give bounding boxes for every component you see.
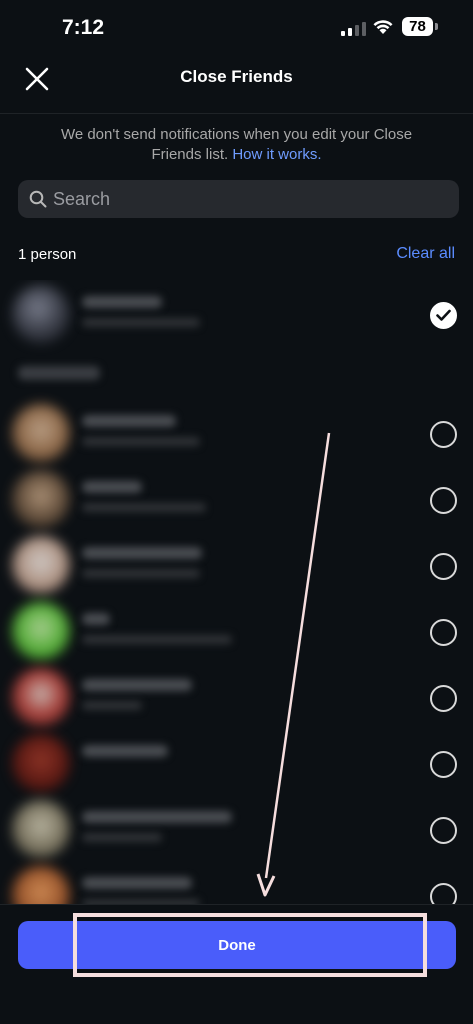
how-it-works-link[interactable]: How it works. (232, 146, 321, 163)
avatar (12, 285, 70, 343)
blurred-name (82, 811, 232, 823)
search-input[interactable] (53, 180, 443, 218)
done-button[interactable]: Done (18, 921, 456, 969)
blurred-username (82, 569, 200, 578)
page-title: Close Friends (180, 67, 293, 86)
list-item[interactable] (0, 282, 473, 348)
list-item[interactable] (0, 467, 473, 533)
avatar (12, 800, 70, 858)
avatar (12, 734, 70, 792)
blurred-username (82, 437, 200, 446)
avatar (12, 470, 70, 528)
blurred-name (82, 547, 202, 559)
select-checkbox[interactable] (430, 421, 457, 448)
list-item[interactable] (0, 797, 473, 863)
status-bar: 7:12 78 (0, 0, 473, 56)
blurred-name (82, 296, 162, 308)
list-item[interactable] (0, 665, 473, 731)
selected-checkbox[interactable] (430, 302, 457, 329)
blurred-name (82, 679, 192, 691)
wifi-icon (373, 20, 393, 34)
footer: Done (0, 904, 473, 1024)
status-time: 7:12 (62, 16, 105, 39)
blurred-username (82, 503, 206, 512)
blurred-username (82, 318, 200, 327)
blurred-name (82, 415, 176, 427)
blurred-username (82, 833, 162, 842)
avatar (12, 404, 70, 462)
blurred-name (82, 481, 142, 493)
select-checkbox[interactable] (430, 685, 457, 712)
search-icon (29, 190, 47, 208)
done-button-label: Done (218, 936, 256, 954)
friends-list (0, 280, 473, 905)
avatar (12, 602, 70, 660)
list-item[interactable] (0, 599, 473, 665)
notice-text: We don't send notifications when you edi… (40, 125, 433, 165)
blurred-name (82, 745, 168, 757)
checkmark-icon (436, 309, 451, 321)
battery-cap (435, 23, 438, 30)
selected-count: 1 person (18, 246, 77, 263)
clear-all-button[interactable]: Clear all (396, 245, 455, 263)
blurred-name (82, 613, 110, 625)
list-item[interactable] (0, 401, 473, 467)
blurred-username (82, 701, 142, 710)
select-checkbox[interactable] (430, 487, 457, 514)
list-item[interactable] (0, 863, 473, 905)
select-checkbox[interactable] (430, 751, 457, 778)
header: Close Friends (0, 56, 473, 114)
select-checkbox[interactable] (430, 883, 457, 905)
select-checkbox[interactable] (430, 619, 457, 646)
battery-level: 78 (402, 17, 433, 36)
select-checkbox[interactable] (430, 553, 457, 580)
cellular-signal-icon (341, 20, 366, 36)
select-checkbox[interactable] (430, 817, 457, 844)
section-label (18, 366, 100, 380)
avatar (12, 866, 70, 905)
blurred-name (82, 877, 192, 889)
list-item[interactable] (0, 533, 473, 599)
blurred-username (82, 635, 232, 644)
avatar (12, 668, 70, 726)
search-bar[interactable] (18, 180, 459, 218)
list-item[interactable] (0, 731, 473, 797)
avatar (12, 536, 70, 594)
